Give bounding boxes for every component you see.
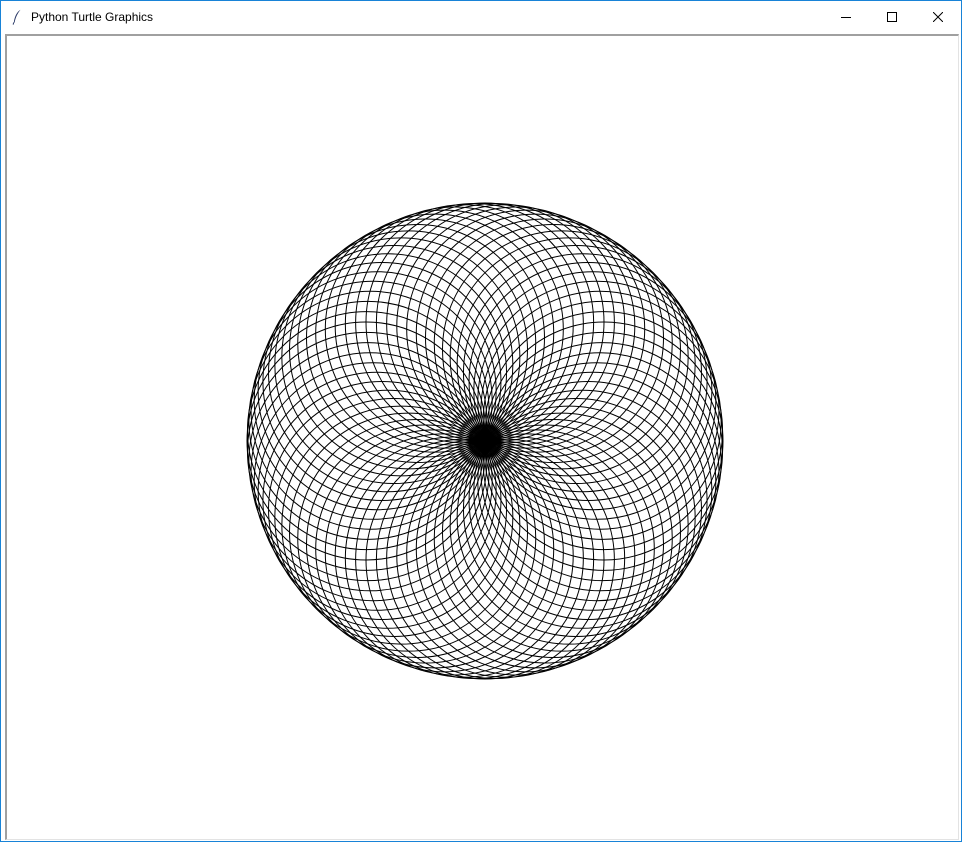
close-icon[interactable] — [915, 1, 961, 32]
feather-icon — [11, 9, 23, 25]
window-title: Python Turtle Graphics — [31, 9, 154, 24]
turtle-canvas[interactable] — [7, 36, 958, 839]
turtle-canvas-frame — [5, 34, 959, 840]
minimize-icon[interactable] — [823, 1, 869, 32]
title-bar[interactable]: Python Turtle Graphics — [1, 1, 961, 32]
maximize-icon[interactable] — [869, 1, 915, 32]
window-controls — [823, 1, 961, 32]
turtle-window: Python Turtle Graphics — [0, 0, 962, 842]
